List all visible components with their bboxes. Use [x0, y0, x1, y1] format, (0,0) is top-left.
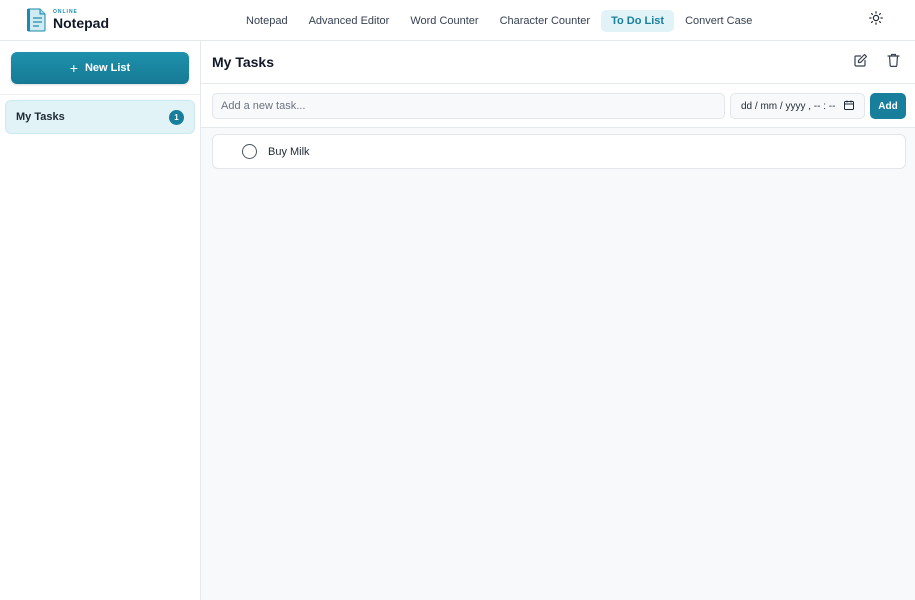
task-complete-checkbox[interactable] [242, 144, 257, 159]
sidebar-divider [0, 94, 200, 95]
main-panel: My Tasks dd / mm / yyyy , -- : -- [201, 41, 915, 600]
calendar-icon[interactable] [844, 100, 854, 113]
add-task-button[interactable]: Add [870, 93, 906, 119]
nav-notepad[interactable]: Notepad [236, 10, 298, 32]
nav-character-counter[interactable]: Character Counter [490, 10, 601, 32]
task-item: Buy Milk [212, 134, 906, 169]
notepad-logo-icon [27, 8, 47, 32]
new-list-button[interactable]: + New List [11, 52, 189, 84]
main-nav: Notepad Advanced Editor Word Counter Cha… [236, 10, 763, 32]
logo-name: Notepad [53, 15, 109, 31]
nav-word-counter[interactable]: Word Counter [400, 10, 488, 32]
add-task-row: dd / mm / yyyy , -- : -- Add [201, 84, 915, 128]
nav-to-do-list[interactable]: To Do List [601, 10, 675, 32]
due-date-input[interactable]: dd / mm / yyyy , -- : -- [730, 93, 865, 119]
delete-list-button[interactable] [884, 53, 902, 71]
logo[interactable]: ONLINE Notepad [27, 8, 109, 32]
date-placeholder: dd / mm / yyyy , -- : -- [741, 100, 836, 112]
edit-icon [854, 53, 868, 72]
rename-list-button[interactable] [852, 53, 870, 71]
theme-toggle-button[interactable] [866, 10, 886, 30]
list-name: My Tasks [16, 111, 65, 123]
list-header: My Tasks [201, 41, 915, 84]
sidebar: + New List My Tasks 1 [0, 41, 201, 600]
nav-convert-case[interactable]: Convert Case [675, 10, 762, 32]
task-text[interactable]: Buy Milk [268, 146, 310, 158]
sun-icon [869, 10, 883, 30]
trash-icon [886, 53, 900, 72]
nav-advanced-editor[interactable]: Advanced Editor [299, 10, 400, 32]
page-title: My Tasks [212, 54, 274, 70]
plus-icon: + [69, 60, 78, 76]
sidebar-item-my-tasks[interactable]: My Tasks 1 [5, 100, 195, 134]
task-count-badge: 1 [169, 109, 184, 125]
new-task-input[interactable] [212, 93, 725, 119]
new-list-label: New List [84, 62, 131, 74]
top-navbar: ONLINE Notepad Notepad Advanced Editor W… [0, 0, 915, 41]
